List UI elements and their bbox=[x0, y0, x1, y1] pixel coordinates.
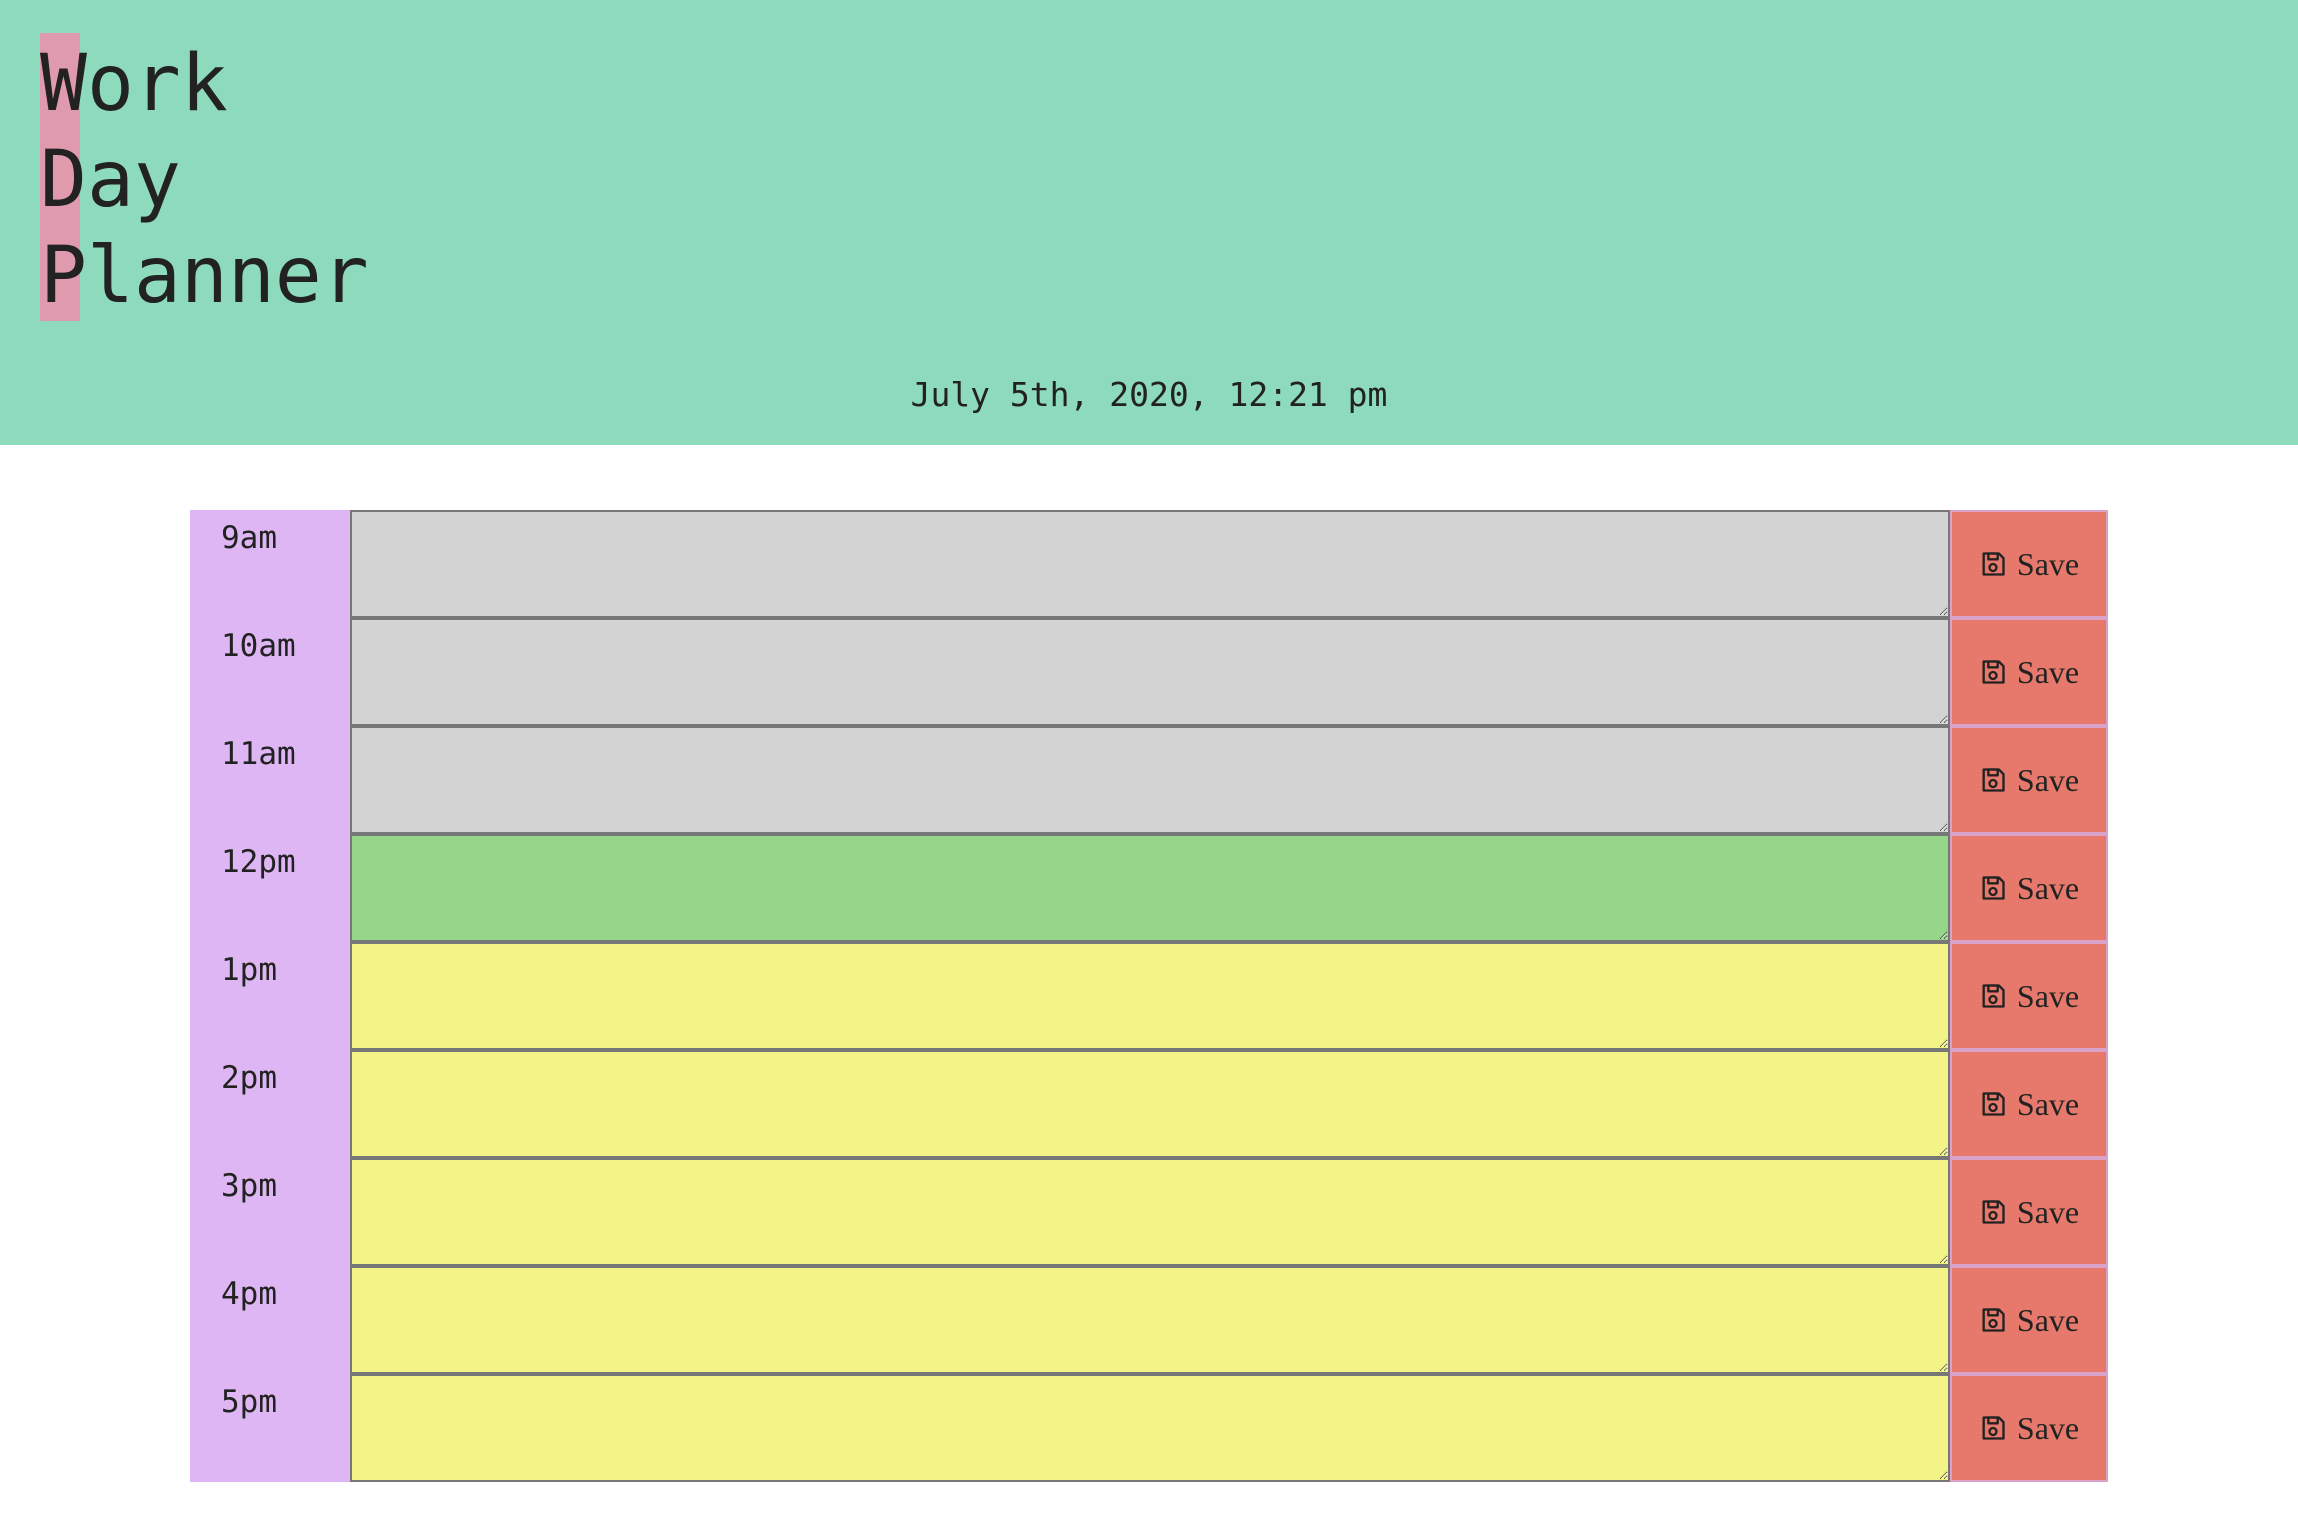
save-icon bbox=[1979, 550, 2007, 578]
task-textarea[interactable] bbox=[350, 1374, 1950, 1482]
save-button[interactable]: Save bbox=[1950, 618, 2108, 726]
time-block-row: 10am Save bbox=[190, 618, 2108, 726]
hour-label: 12pm bbox=[190, 834, 350, 942]
save-label: Save bbox=[2016, 546, 2080, 582]
task-textarea[interactable] bbox=[350, 1158, 1950, 1266]
save-button[interactable]: Save bbox=[1950, 1266, 2108, 1374]
task-textarea[interactable] bbox=[350, 1050, 1950, 1158]
save-label: Save bbox=[2016, 978, 2080, 1014]
save-button[interactable]: Save bbox=[1950, 942, 2108, 1050]
hour-label: 5pm bbox=[190, 1374, 350, 1482]
save-icon bbox=[1979, 1198, 2007, 1226]
save-button[interactable]: Save bbox=[1950, 1374, 2108, 1482]
task-textarea[interactable] bbox=[350, 834, 1950, 942]
save-icon bbox=[1979, 658, 2007, 686]
save-icon bbox=[1979, 1090, 2007, 1118]
hour-label: 4pm bbox=[190, 1266, 350, 1374]
save-button[interactable]: Save bbox=[1950, 1158, 2108, 1266]
jumbotron-header: Work Day Planner July 5th, 2020, 12:21 p… bbox=[0, 0, 2298, 445]
save-button[interactable]: Save bbox=[1950, 1050, 2108, 1158]
task-textarea[interactable] bbox=[350, 1266, 1950, 1374]
planner-container: 9am Save 10am Save 11am Save 12pm Save 1pm Save 2p… bbox=[190, 510, 2108, 1482]
time-block-row: 9am Save bbox=[190, 510, 2108, 618]
time-block-row: 11am Save bbox=[190, 726, 2108, 834]
task-textarea[interactable] bbox=[350, 618, 1950, 726]
save-button[interactable]: Save bbox=[1950, 726, 2108, 834]
save-label: Save bbox=[2016, 762, 2080, 798]
save-button[interactable]: Save bbox=[1950, 834, 2108, 942]
current-day: July 5th, 2020, 12:21 pm bbox=[910, 375, 1388, 414]
hour-label: 3pm bbox=[190, 1158, 350, 1266]
time-block-row: 2pm Save bbox=[190, 1050, 2108, 1158]
hour-label: 11am bbox=[190, 726, 350, 834]
time-block-row: 5pm Save bbox=[190, 1374, 2108, 1482]
save-label: Save bbox=[2016, 1302, 2080, 1338]
save-label: Save bbox=[2016, 1410, 2080, 1446]
save-icon bbox=[1979, 1306, 2007, 1334]
save-icon bbox=[1979, 982, 2007, 1010]
hour-label: 1pm bbox=[190, 942, 350, 1050]
page-title-line-2: Day bbox=[40, 135, 181, 225]
save-icon bbox=[1979, 1414, 2007, 1442]
time-block-row: 12pm Save bbox=[190, 834, 2108, 942]
save-label: Save bbox=[2016, 1194, 2080, 1230]
hour-label: 10am bbox=[190, 618, 350, 726]
page-title-line-1: Work bbox=[40, 39, 228, 129]
time-block-row: 4pm Save bbox=[190, 1266, 2108, 1374]
save-label: Save bbox=[2016, 654, 2080, 690]
time-block-row: 3pm Save bbox=[190, 1158, 2108, 1266]
save-button[interactable]: Save bbox=[1950, 510, 2108, 618]
page-title-line-3: Planner bbox=[40, 231, 369, 321]
hour-label: 9am bbox=[190, 510, 350, 618]
task-textarea[interactable] bbox=[350, 942, 1950, 1050]
save-label: Save bbox=[2016, 870, 2080, 906]
save-icon bbox=[1979, 874, 2007, 902]
task-textarea[interactable] bbox=[350, 726, 1950, 834]
time-block-row: 1pm Save bbox=[190, 942, 2108, 1050]
save-icon bbox=[1979, 766, 2007, 794]
task-textarea[interactable] bbox=[350, 510, 1950, 618]
hour-label: 2pm bbox=[190, 1050, 350, 1158]
save-label: Save bbox=[2016, 1086, 2080, 1122]
